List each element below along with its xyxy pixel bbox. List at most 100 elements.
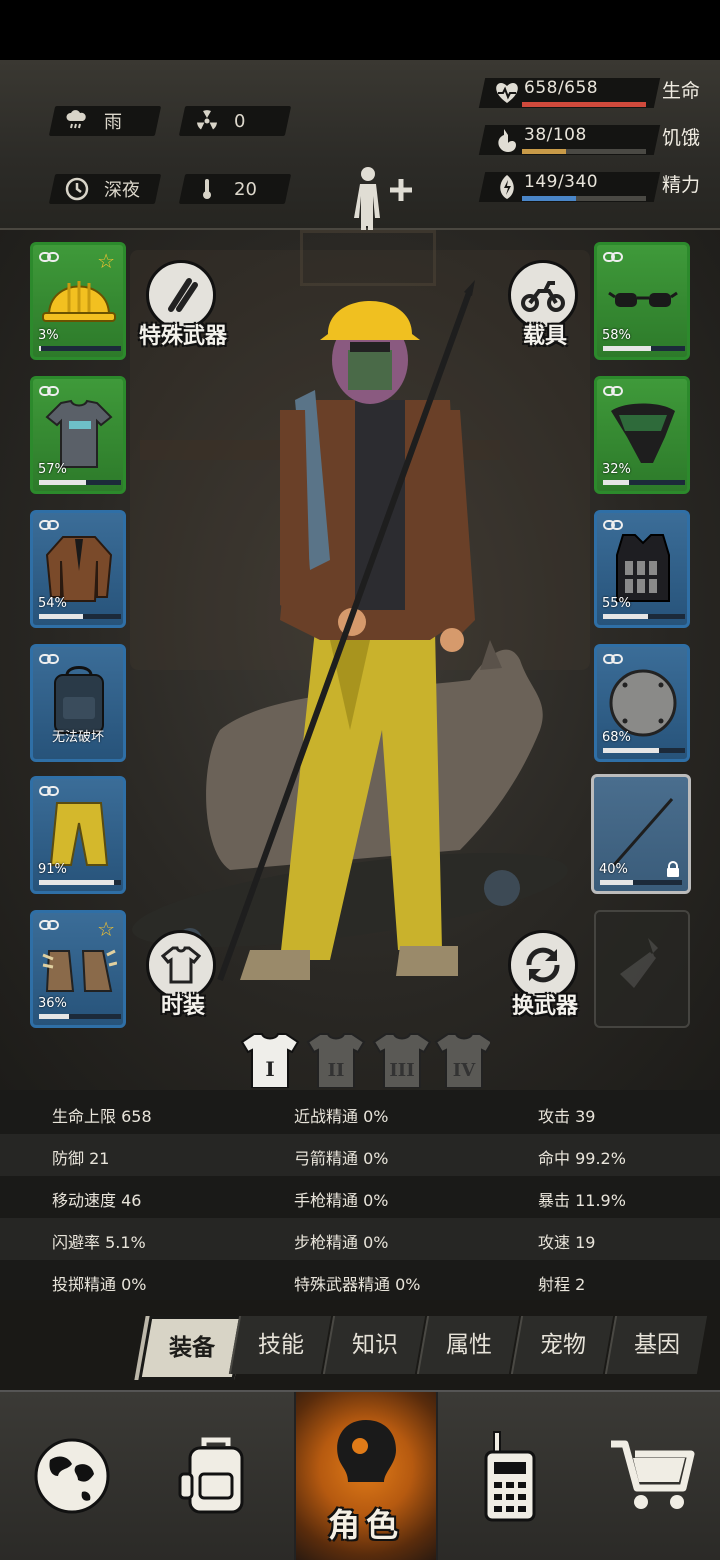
equip-slot-jacket[interactable]: 54%: [30, 510, 126, 628]
status-bar-strip: [0, 0, 720, 60]
durability-bar: [39, 880, 121, 885]
heart-icon: [492, 78, 522, 108]
hunger-value: 38/108: [524, 125, 587, 145]
equip-slot-mask[interactable]: 32%: [594, 376, 690, 494]
link-icon: [603, 654, 623, 664]
durability-text: 36%: [38, 996, 67, 1011]
outfit-set-4-tab[interactable]: IV: [434, 1033, 494, 1089]
attribute-rifle-mastery: 步枪精通 0%: [294, 1233, 389, 1252]
nav-character[interactable]: 角色: [294, 1392, 438, 1560]
weather-value: 雨: [104, 112, 122, 133]
special-weapon-button[interactable]: 特殊武器: [128, 260, 238, 370]
energy-label: 精力: [662, 174, 701, 196]
link-icon: [39, 654, 59, 664]
shoes-icon: [42, 949, 117, 992]
weather-chip: 雨: [48, 106, 162, 136]
equip-slot-vest[interactable]: 55%: [594, 510, 690, 628]
tab-attributes-label: 属性: [446, 1332, 492, 1358]
nav-backpack[interactable]: [146, 1392, 286, 1560]
attribute-row: 闪避率 5.1% 步枪精通 0% 攻速 19: [0, 1218, 720, 1260]
outfit-set-4-label: IV: [453, 1060, 476, 1081]
nav-radio[interactable]: [440, 1392, 580, 1560]
rain-cloud-icon: [64, 108, 90, 134]
link-icon: [603, 386, 623, 396]
attribute-row: 投掷精通 0% 特殊武器精通 0% 射程 2: [0, 1260, 720, 1302]
temperature-value: 20: [234, 178, 257, 200]
vehicle-button[interactable]: 载具: [490, 260, 600, 370]
vehicle-label: 载具: [522, 324, 567, 349]
outfit-set-1-tab[interactable]: I: [240, 1033, 300, 1089]
tab-genes-label: 基因: [634, 1332, 680, 1358]
cart-icon: [611, 1440, 695, 1509]
character-tabs: 装备 技能 知识 属性 宠物 基因: [134, 1316, 710, 1380]
durability-bar: [603, 614, 685, 619]
time-chip: 深夜: [48, 174, 162, 204]
outfit-set-3-tab[interactable]: III: [372, 1033, 432, 1089]
durability-bar: [600, 880, 682, 885]
lock-icon[interactable]: [666, 861, 680, 877]
equipment-scene: ☆ 3% 57% 54% 无法破坏 91% ☆ 36% 58% 32% 55% …: [0, 230, 720, 1090]
special-weapon-label: 特殊武器: [138, 324, 227, 349]
nav-world-map[interactable]: [2, 1392, 142, 1560]
attribute-row: 防御 21 弓箭精通 0% 命中 99.2%: [0, 1134, 720, 1176]
equip-slot-shirt[interactable]: 57%: [30, 376, 126, 494]
tab-attributes[interactable]: 属性: [416, 1316, 520, 1374]
stomach-icon: [492, 125, 522, 155]
durability-bar: [603, 748, 685, 753]
backpack-icon: [178, 1437, 244, 1514]
tab-knowledge-label: 知识: [352, 1332, 398, 1358]
fashion-button[interactable]: 时装: [128, 930, 238, 1040]
durability-text: 32%: [602, 462, 631, 477]
outfit-set-2-tab[interactable]: II: [306, 1033, 366, 1089]
attribute-attack-speed: 攻速 19: [538, 1233, 596, 1252]
equip-slot-weapon[interactable]: 40%: [591, 774, 691, 894]
durability-bar: [39, 346, 121, 351]
status-header: 雨 0 深夜 20 658/658 生命 38/108 饥饿 149/340 精…: [0, 60, 720, 266]
shield-icon: [609, 669, 677, 737]
tshirt-icon: [45, 399, 113, 468]
durability-bar: [39, 614, 121, 619]
hunger-bar: [522, 149, 646, 154]
radiation-value: 0: [234, 110, 246, 132]
link-icon: [603, 520, 623, 530]
attribute-melee-mastery: 近战精通 0%: [294, 1107, 389, 1126]
radiation-chip: 0: [178, 106, 292, 136]
durability-bar: [39, 480, 121, 485]
tab-knowledge[interactable]: 知识: [322, 1316, 426, 1374]
swap-weapon-button[interactable]: 换武器: [490, 930, 600, 1040]
attribute-crit: 暴击 11.9%: [538, 1191, 626, 1210]
attribute-table: 生命上限 658 近战精通 0% 攻击 39 防御 21 弓箭精通 0% 命中 …: [0, 1090, 720, 1300]
equip-slot-pants[interactable]: 91%: [30, 776, 126, 894]
attribute-throw-mastery: 投掷精通 0%: [52, 1275, 147, 1294]
durability-text: 3%: [38, 328, 59, 343]
tab-skills[interactable]: 技能: [228, 1316, 332, 1374]
leather-jacket-icon: [45, 536, 113, 602]
equip-slot-shoes[interactable]: ☆ 36%: [30, 910, 126, 1028]
attribute-pistol-mastery: 手枪精通 0%: [294, 1191, 389, 1210]
attribute-special-weapon-mastery: 特殊武器精通 0%: [294, 1275, 421, 1294]
attribute-bow-mastery: 弓箭精通 0%: [294, 1149, 389, 1168]
attribute-accuracy: 命中 99.2%: [538, 1149, 626, 1168]
equip-slot-eyewear[interactable]: 58%: [594, 242, 690, 360]
durability-bar: [603, 346, 685, 351]
durability-bar: [603, 480, 685, 485]
tab-pets[interactable]: 宠物: [510, 1316, 614, 1374]
attribute-attack: 攻击 39: [538, 1107, 596, 1126]
bottle-icon: [620, 938, 658, 988]
pants-icon: [49, 802, 109, 866]
link-icon: [39, 920, 59, 930]
equip-slot-backpack[interactable]: 无法破坏: [30, 644, 126, 762]
glasses-icon: [608, 291, 678, 307]
attribute-defense: 防御 21: [52, 1149, 110, 1168]
link-icon: [603, 252, 623, 262]
link-icon: [39, 386, 59, 396]
tab-genes[interactable]: 基因: [604, 1316, 708, 1374]
swap-weapon-label: 换武器: [511, 994, 578, 1019]
health-label: 生命: [662, 80, 701, 102]
durability-text: 91%: [38, 862, 67, 877]
equip-slot-head[interactable]: ☆ 3%: [30, 242, 126, 360]
equip-slot-shield[interactable]: 68%: [594, 644, 690, 762]
durability-text: 68%: [602, 730, 631, 745]
nav-shop[interactable]: [582, 1392, 720, 1560]
equip-slot-secondary[interactable]: [594, 910, 690, 1028]
